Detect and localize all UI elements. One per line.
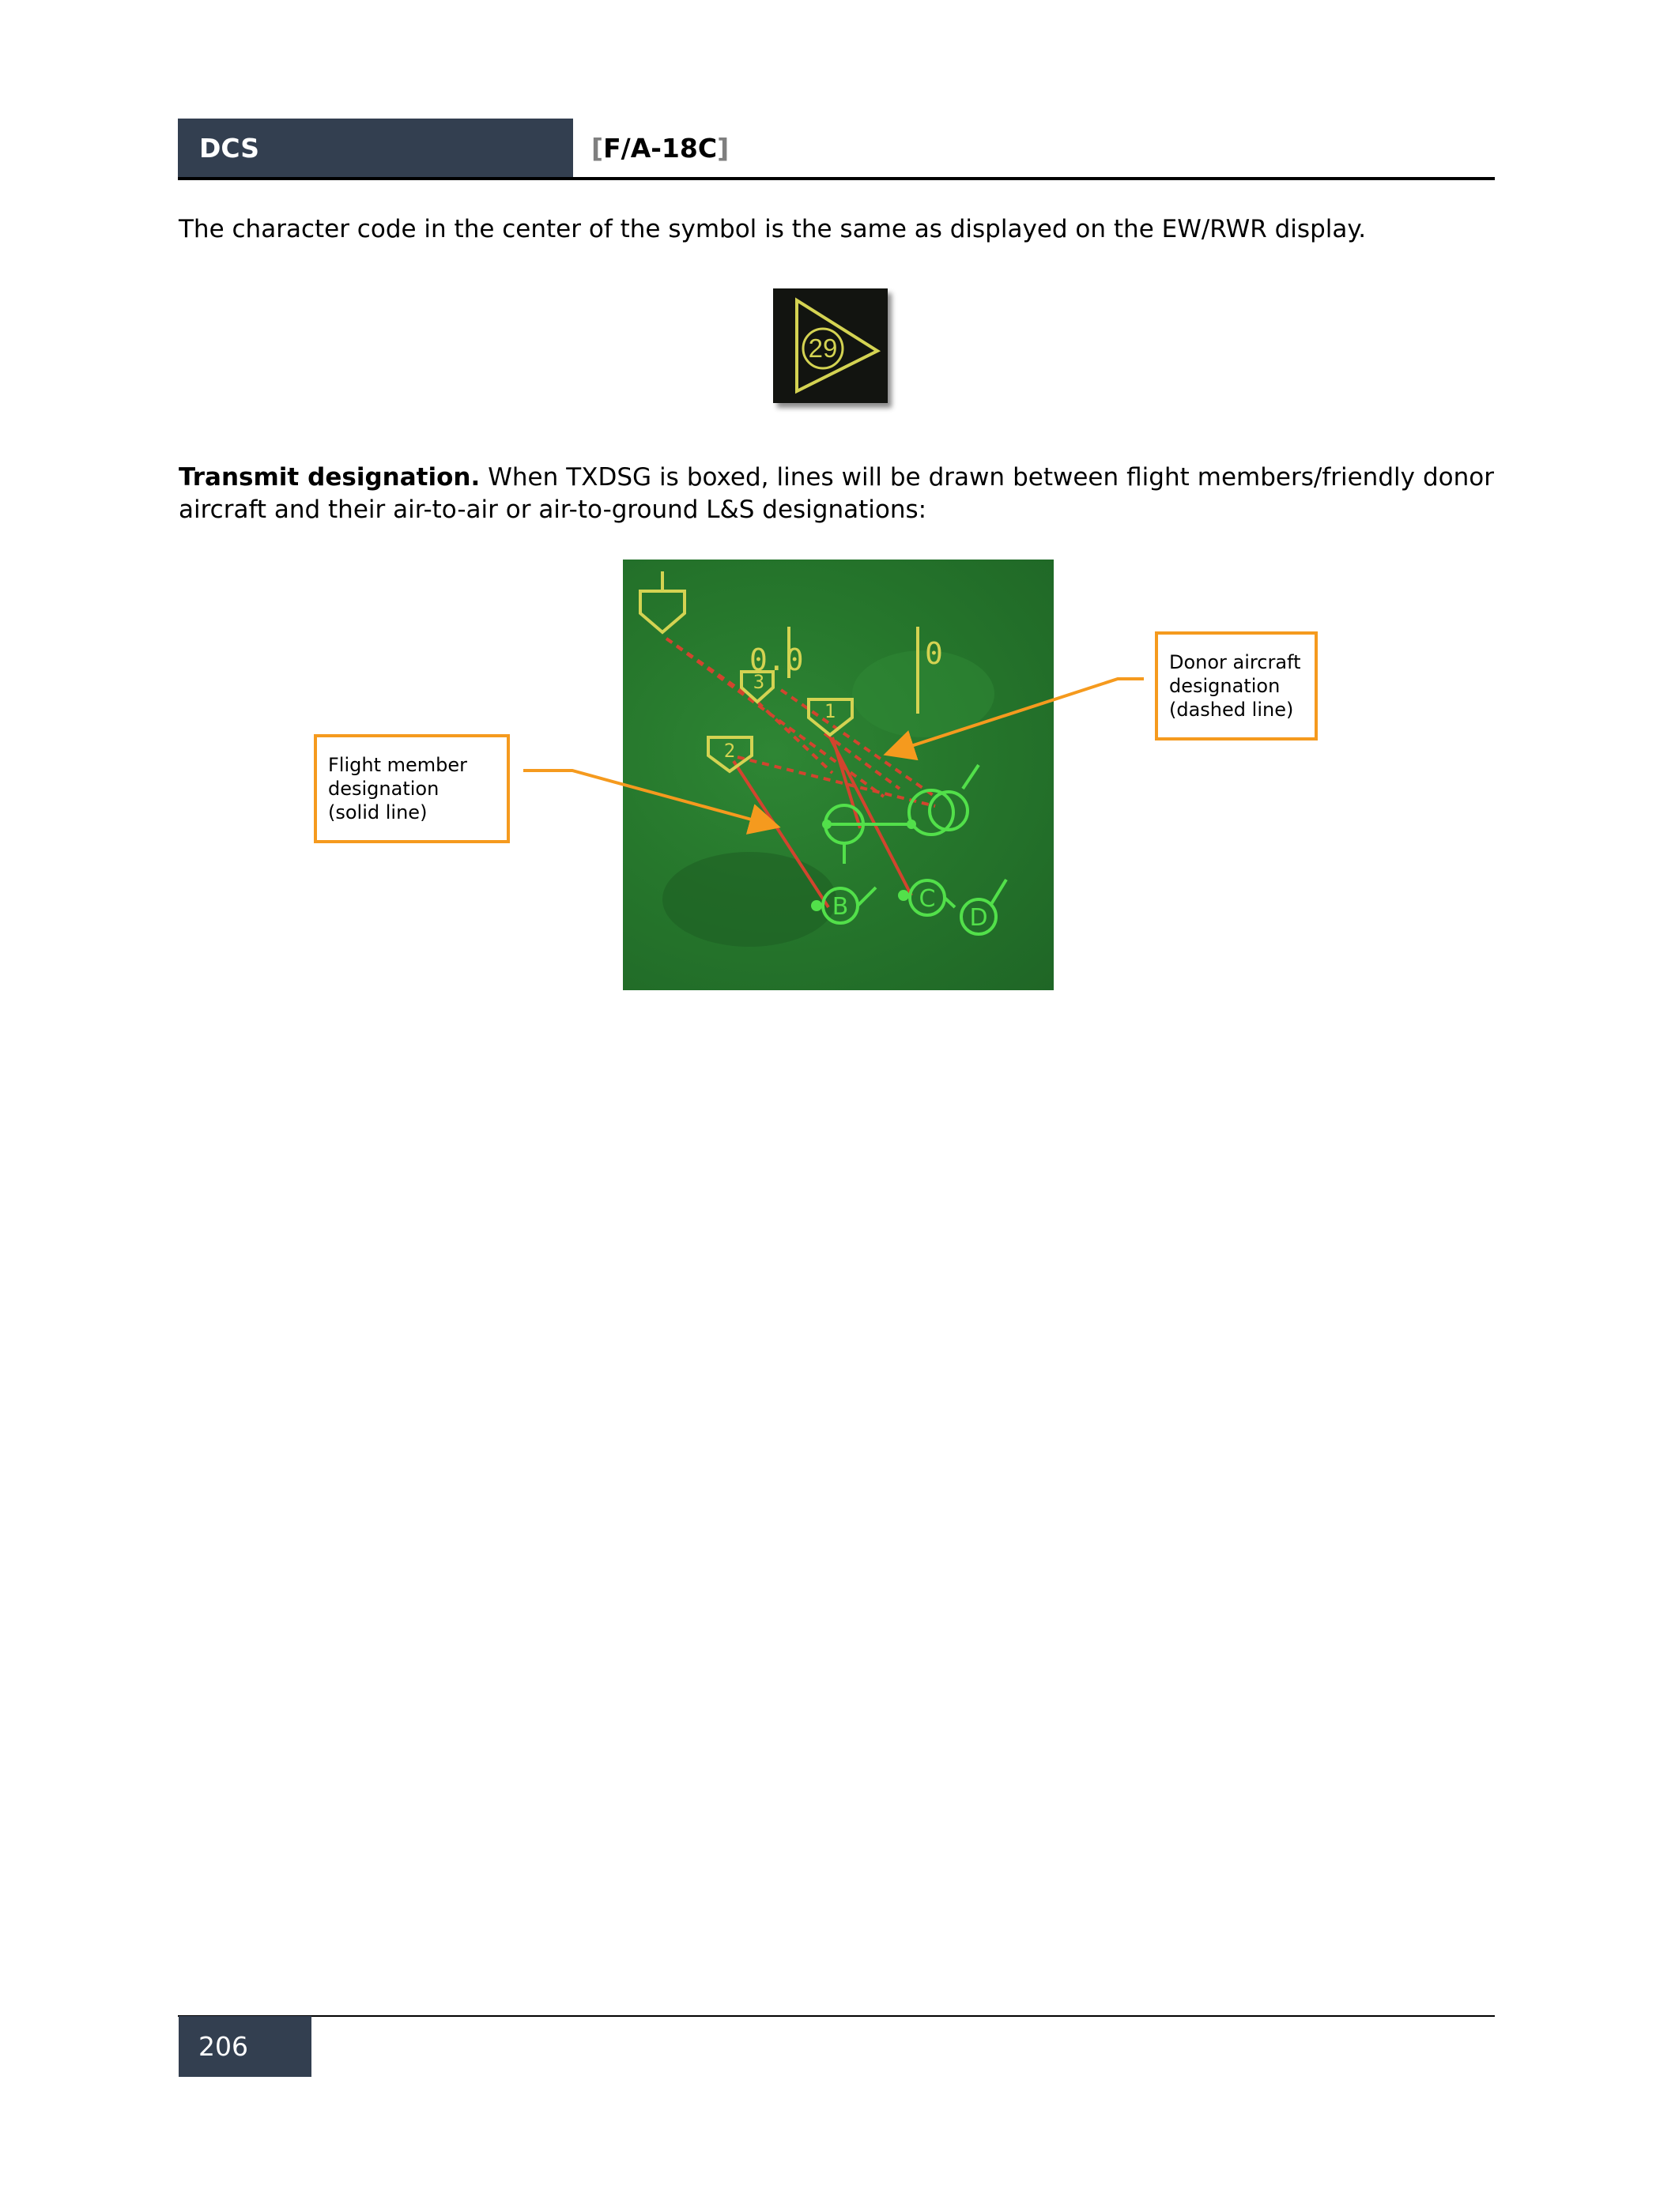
- header-bracket-open: [: [591, 133, 604, 164]
- radar-light-patch: [852, 650, 994, 737]
- rwr-symbol-image: 29: [773, 288, 888, 403]
- radar-display-image: 3 1 2 0.0 0 B C D: [623, 560, 1054, 990]
- readout-left: 0.0: [749, 642, 804, 677]
- target-d-label: D: [969, 904, 987, 932]
- readout-right: 0: [925, 636, 943, 671]
- lead-aircraft-symbol: [639, 590, 686, 635]
- header-bracket-close: ]: [717, 133, 730, 164]
- target-dot: [822, 820, 832, 829]
- target-b-vector: [856, 886, 877, 907]
- flight-2-label: 2: [724, 740, 735, 762]
- callout-donor-aircraft: Donor aircraft designation (dashed line): [1155, 631, 1318, 740]
- solid-line: [828, 737, 913, 896]
- header-aircraft: F/A-18C: [603, 133, 718, 164]
- page-number: 206: [198, 2031, 248, 2062]
- callout-flight-member: Flight member designation (solid line): [314, 734, 510, 843]
- target-vector: [961, 763, 980, 790]
- rwr-triangle-symbol: 29: [795, 297, 881, 394]
- header-product: DCS: [199, 133, 259, 164]
- target-b-label: B: [832, 893, 849, 921]
- target-dot: [907, 820, 916, 829]
- footer-divider: [178, 2015, 1495, 2017]
- header-divider: [178, 177, 1495, 180]
- target-c-vector: [943, 896, 956, 909]
- target-c-label: C: [919, 885, 936, 913]
- radar-dark-patch: [662, 852, 836, 947]
- dashed-line: [756, 700, 834, 774]
- target-d-vector: [990, 878, 1008, 906]
- txdsg-paragraph: Transmit designation. When TXDSG is boxe…: [179, 462, 1494, 526]
- dashed-line: [737, 756, 936, 808]
- radar-symbology: 3 1 2 0.0 0 B C D: [639, 571, 1008, 947]
- target-dot: [898, 890, 909, 901]
- txdsg-heading: Transmit designation.: [179, 463, 481, 492]
- header-product-banner: DCS: [178, 119, 573, 178]
- page-number-box: 206: [179, 2016, 311, 2077]
- header-aircraft-title: [F/A-18C]: [591, 119, 729, 178]
- flight-1-label: 1: [824, 700, 836, 722]
- target-dot: [811, 900, 822, 911]
- rwr-code-label: 29: [809, 333, 838, 363]
- intro-paragraph: The character code in the center of the …: [179, 215, 1367, 243]
